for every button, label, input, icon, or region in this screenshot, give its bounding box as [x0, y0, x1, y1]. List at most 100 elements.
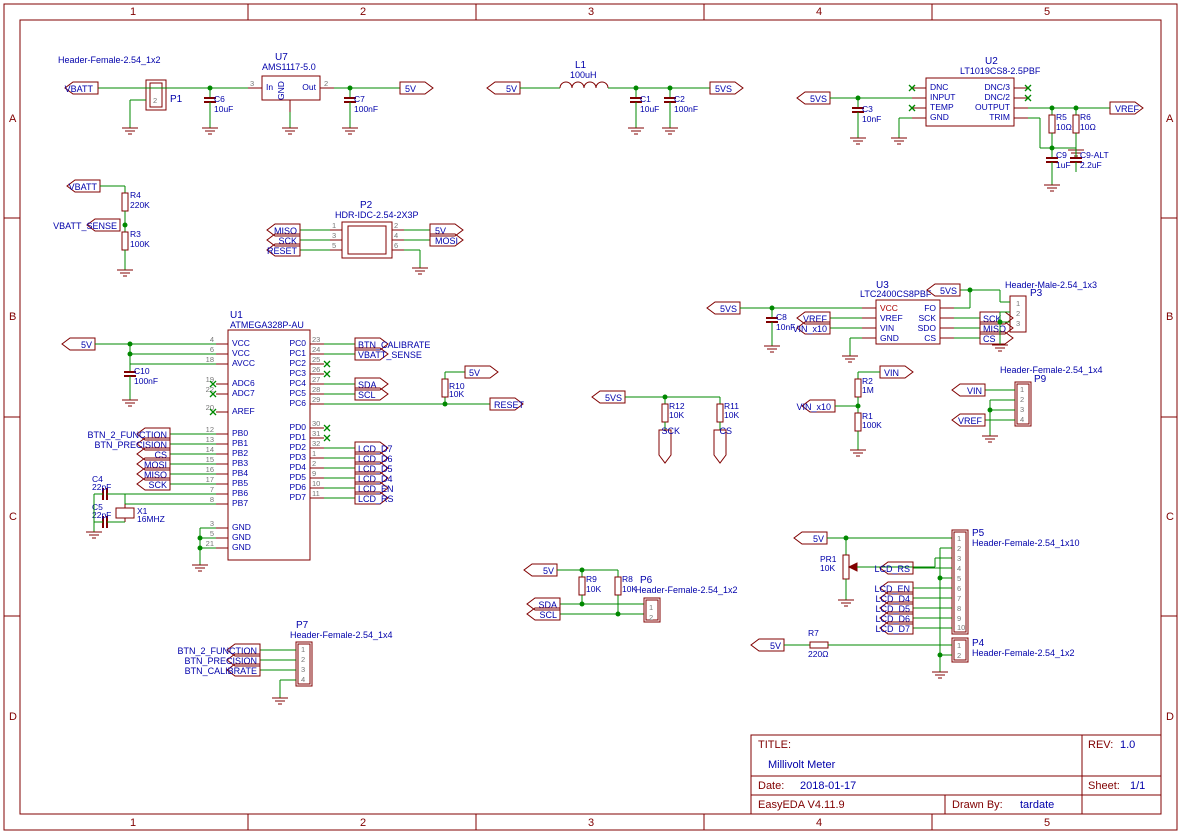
svg-text:SCK: SCK: [148, 480, 167, 490]
vin-divider-block: VIN R21M VIN_x10 R1100K P9Header-Female-…: [796, 365, 1102, 456]
svg-text:C10: C10: [134, 366, 150, 376]
svg-text:8: 8: [957, 604, 961, 613]
svg-text:PC5: PC5: [289, 388, 306, 398]
svg-text:100nF: 100nF: [354, 104, 378, 114]
svg-text:LTC2400CS8PBF: LTC2400CS8PBF: [860, 289, 932, 299]
vref-block: 5VS C3 10nF U2 LT1019CS8-2.5PBF DNC INPU…: [797, 56, 1143, 191]
svg-text:5V: 5V: [469, 368, 480, 378]
svg-text:CS: CS: [983, 334, 996, 344]
svg-text:LCD_RS: LCD_RS: [358, 494, 394, 504]
svg-text:PC1: PC1: [289, 348, 306, 358]
svg-text:TEMP: TEMP: [930, 102, 954, 112]
svg-text:In: In: [266, 82, 273, 92]
svg-text:LCD_D7: LCD_D7: [875, 624, 910, 634]
svg-text:C3: C3: [862, 104, 873, 114]
svg-text:C8: C8: [776, 312, 787, 322]
svg-text:1: 1: [1020, 385, 1024, 394]
svg-text:1: 1: [957, 534, 961, 543]
svg-text:100K: 100K: [130, 239, 150, 249]
svg-text:100uH: 100uH: [570, 70, 597, 80]
svg-text:ADC6: ADC6: [232, 378, 255, 388]
svg-text:5V: 5V: [506, 84, 517, 94]
svg-text:10K: 10K: [820, 563, 835, 573]
adc-pullups: 5VS R1210K SCK R1110K CS: [592, 391, 739, 463]
svg-text:CS: CS: [924, 333, 936, 343]
svg-text:220K: 220K: [130, 200, 150, 210]
svg-text:5: 5: [957, 574, 961, 583]
svg-text:GND: GND: [232, 542, 251, 552]
svg-text:GND: GND: [880, 333, 899, 343]
svg-text:HDR-IDC-2.54-2X3P: HDR-IDC-2.54-2X3P: [335, 210, 419, 220]
svg-text:1M: 1M: [862, 385, 874, 395]
svg-text:DNC: DNC: [930, 82, 948, 92]
svg-text:10: 10: [957, 623, 965, 632]
svg-text:PD6: PD6: [289, 482, 306, 492]
mcu-block: U1 ATMEGA328P-AU VCC VCC AVCC ADC6 ADC7 …: [62, 310, 525, 571]
svg-text:OUTPUT: OUTPUT: [975, 102, 1010, 112]
svg-text:B: B: [1166, 311, 1173, 323]
svg-text:2: 2: [360, 817, 366, 829]
svg-text:10uF: 10uF: [214, 104, 233, 114]
svg-text:PC4: PC4: [289, 378, 306, 388]
svg-text:11: 11: [312, 489, 320, 498]
svg-text:28: 28: [312, 385, 320, 394]
frame-grid-labels: 1 2 3 4 5 1 2 3 4 5 A B C D A B C D: [4, 4, 1177, 830]
svg-text:PC3: PC3: [289, 368, 306, 378]
svg-text:PD4: PD4: [289, 462, 306, 472]
svg-text:C2: C2: [674, 94, 685, 104]
svg-text:PC2: PC2: [289, 358, 306, 368]
svg-text:PB5: PB5: [232, 478, 248, 488]
svg-text:5: 5: [1044, 6, 1050, 18]
svg-text:VREF: VREF: [1115, 104, 1140, 114]
svg-text:6: 6: [394, 241, 398, 250]
lcd-header: 5V PR110K P5Header-Female-2.54_1x10 1234…: [751, 528, 1080, 678]
schematic-canvas: 1 2 3 4 5 1 2 3 4 5 A B C D A B C D TITL…: [0, 0, 1181, 834]
svg-text:5VS: 5VS: [605, 393, 622, 403]
vbatt-sense-block: VBATT R4220K VBATT_SENSE R3100K: [53, 180, 150, 276]
svg-text:Header-Female-2.54_1x4: Header-Female-2.54_1x4: [1000, 365, 1103, 375]
svg-text:2: 2: [1020, 395, 1024, 404]
svg-text:4: 4: [210, 335, 214, 344]
svg-text:2: 2: [957, 651, 961, 660]
adc-block: 5VS C810nF U3LTC2400CS8PBF VCC VREF VIN …: [707, 280, 1097, 362]
svg-text:5V: 5V: [770, 641, 781, 651]
svg-text:14: 14: [206, 445, 214, 454]
svg-text:2.2uF: 2.2uF: [1080, 160, 1102, 170]
svg-text:GND: GND: [276, 81, 286, 100]
svg-text:2: 2: [649, 613, 653, 622]
svg-text:9: 9: [957, 614, 961, 623]
svg-text:FO: FO: [924, 303, 936, 313]
svg-text:6: 6: [957, 584, 961, 593]
svg-text:PD1: PD1: [289, 432, 306, 442]
svg-text:5: 5: [210, 529, 214, 538]
svg-text:D: D: [9, 711, 17, 723]
svg-text:Header-Female-2.54_1x10: Header-Female-2.54_1x10: [972, 538, 1080, 548]
svg-text:PB2: PB2: [232, 448, 248, 458]
svg-text:DNC/2: DNC/2: [984, 92, 1010, 102]
svg-text:PC0: PC0: [289, 338, 306, 348]
svg-text:AVCC: AVCC: [232, 358, 255, 368]
svg-text:PD3: PD3: [289, 452, 306, 462]
svg-text:10uF: 10uF: [640, 104, 659, 114]
svg-text:VIN_x10: VIN_x10: [792, 324, 827, 334]
svg-text:1: 1: [130, 817, 136, 829]
svg-text:B: B: [9, 311, 16, 323]
svg-text:C1: C1: [640, 94, 651, 104]
svg-text:AREF: AREF: [232, 406, 255, 416]
svg-text:VBATT_SENSE: VBATT_SENSE: [53, 221, 117, 231]
rev-label: REV:: [1088, 739, 1113, 751]
svg-text:3: 3: [588, 6, 594, 18]
svg-text:22pF: 22pF: [92, 510, 111, 520]
svg-text:A: A: [9, 113, 17, 125]
svg-text:20: 20: [206, 403, 214, 412]
svg-text:5: 5: [1044, 817, 1050, 829]
svg-text:VIN_x10: VIN_x10: [796, 402, 831, 412]
svg-text:R7: R7: [808, 628, 819, 638]
svg-text:25: 25: [312, 355, 320, 364]
svg-text:2: 2: [312, 459, 316, 468]
svg-text:PB0: PB0: [232, 428, 248, 438]
svg-text:29: 29: [312, 395, 320, 404]
svg-text:PB4: PB4: [232, 468, 248, 478]
svg-text:RESET: RESET: [494, 400, 525, 410]
svg-text:ADC7: ADC7: [232, 388, 255, 398]
